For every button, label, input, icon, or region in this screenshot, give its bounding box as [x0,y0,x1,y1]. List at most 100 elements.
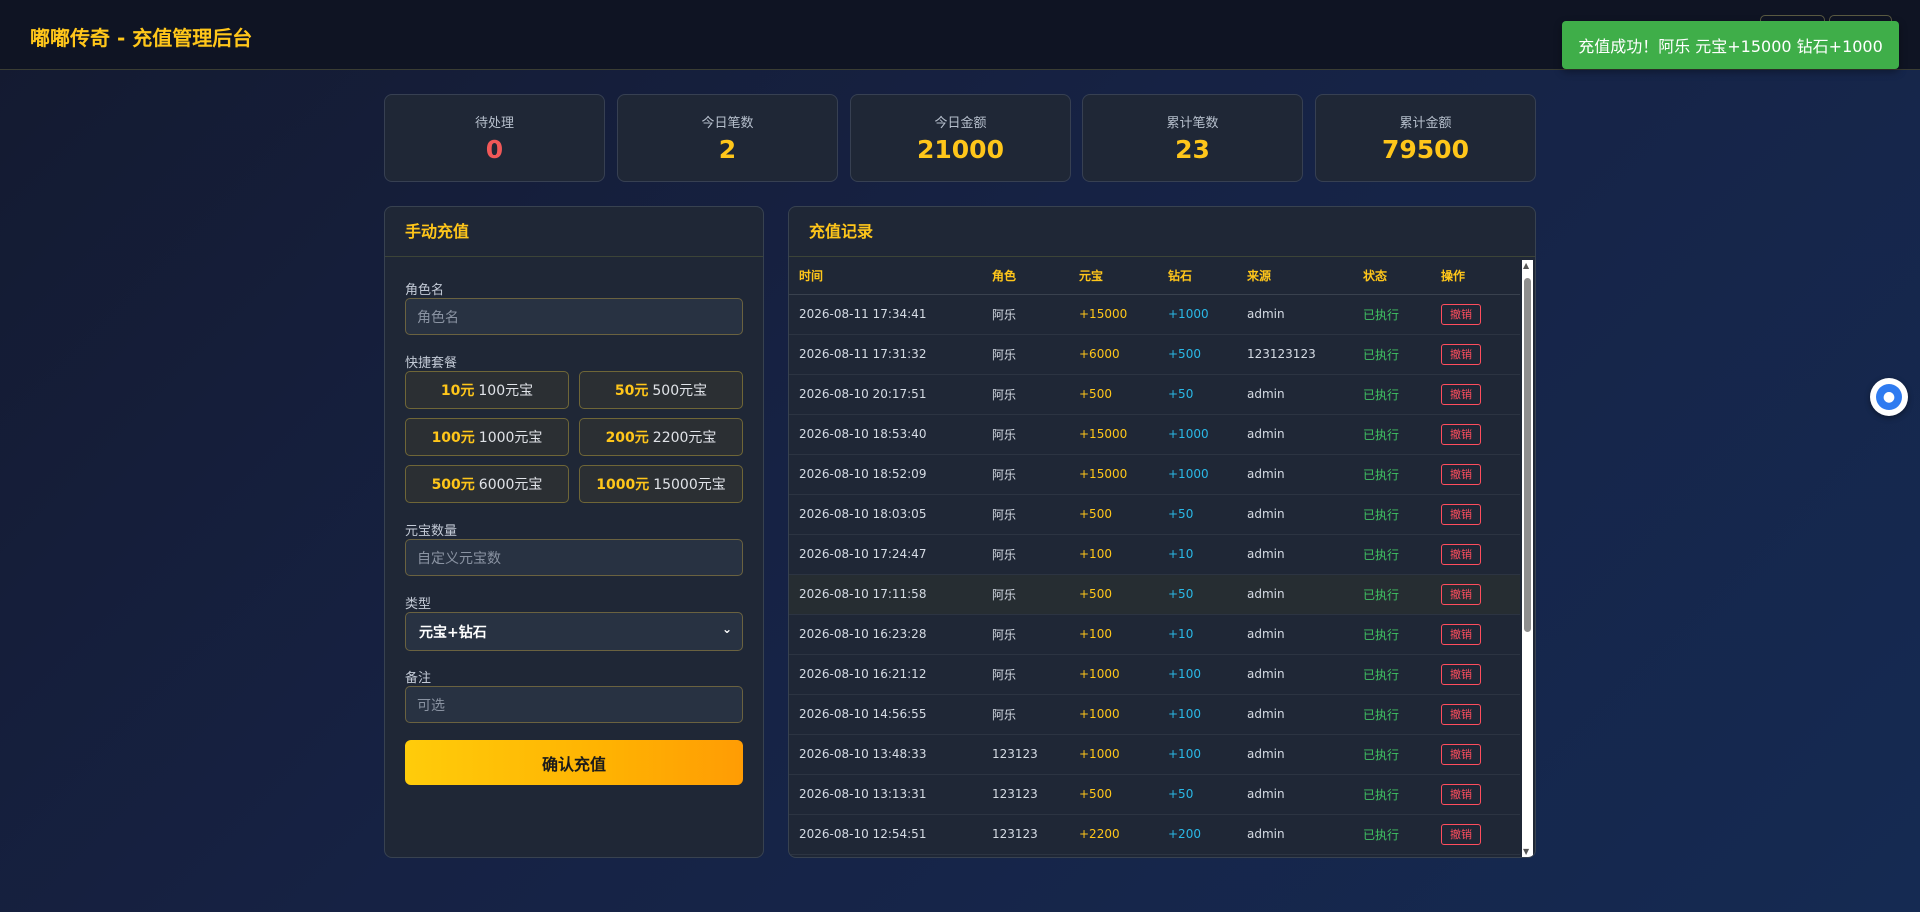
table-row: 2026-08-10 16:23:28 阿乐 +100 +10 admin 已执… [789,614,1520,655]
cell-status: 已执行 [1353,614,1431,655]
scroll-up-arrow[interactable]: ▲ [1523,261,1529,270]
records-scrollbar[interactable]: ▲ ▼ [1522,260,1533,857]
undo-button[interactable]: 撤销 [1441,623,1481,645]
cell-role: 阿乐 [982,494,1069,535]
table-row: 2026-08-10 18:53:40 阿乐 +15000 +1000 admi… [789,414,1520,455]
column-header: 角色 [982,258,1069,295]
cell-time: 2026-08-10 14:56:55 [789,694,982,735]
yuanbao-input[interactable]: 自定义元宝数 [405,539,743,576]
undo-button[interactable]: 撤销 [1441,583,1481,605]
cell-action: 撤销 [1431,734,1520,775]
cell-time: 2026-08-10 20:17:51 [789,374,982,415]
undo-button[interactable]: 撤销 [1441,783,1481,805]
cell-action: 撤销 [1431,294,1520,335]
cell-status: 已执行 [1353,694,1431,735]
cell-action: 撤销 [1431,374,1520,415]
table-row: 2026-08-10 14:56:55 阿乐 +1000 +100 admin … [789,694,1520,735]
table-row: 2026-08-10 16:21:12 阿乐 +1000 +100 admin … [789,654,1520,695]
package-button[interactable]: 1000元 15000元宝 [579,465,743,503]
undo-button[interactable]: 撤销 [1441,343,1481,365]
package-button[interactable]: 10元 100元宝 [405,371,569,409]
cell-yuanbao: +1000 [1069,654,1158,695]
cell-yuanbao: +6000 [1069,334,1158,375]
undo-button[interactable]: 撤销 [1441,423,1481,445]
note-input[interactable]: 可选 [405,686,743,723]
role-input[interactable]: 角色名 [405,298,743,335]
cell-action: 撤销 [1431,414,1520,455]
cell-diamond: +50 [1158,774,1237,815]
package-button[interactable]: 500元 6000元宝 [405,465,569,503]
cell-time: 2026-08-10 13:48:33 [789,734,982,775]
app-title: 嘟嘟传奇 - 充值管理后台 [30,26,253,50]
stat-label: 累计金额 [1399,116,1452,131]
yuanbao-placeholder: 自定义元宝数 [417,550,501,567]
cell-source: 123123123 [1237,334,1353,375]
stat-today-count: 今日笔数 2 [617,94,838,182]
table-row: 2026-08-10 12:54:51 123123 +2200 +200 ad… [789,814,1520,855]
cell-action: 撤销 [1431,694,1520,735]
records-table: 时间 角色 元宝 钻石 来源 状态 操作 2026-08-11 17:34:41… [789,258,1520,855]
cell-diamond: +10 [1158,534,1237,575]
package-amount: 100元宝 [478,383,534,399]
cell-source: admin [1237,654,1353,695]
cell-action: 撤销 [1431,774,1520,815]
table-row: 2026-08-10 18:52:09 阿乐 +15000 +1000 admi… [789,454,1520,495]
table-row: 2026-08-10 17:24:47 阿乐 +100 +10 admin 已执… [789,534,1520,575]
cell-action: 撤销 [1431,534,1520,575]
undo-button[interactable]: 撤销 [1441,463,1481,485]
cell-role: 123123 [982,814,1069,855]
stat-today-amount: 今日金额 21000 [850,94,1071,182]
manual-recharge-panel: 手动充值 角色名 角色名 快捷套餐 10元 100元宝 50元 500元宝 10… [384,206,764,858]
undo-button[interactable]: 撤销 [1441,543,1481,565]
cell-role: 阿乐 [982,694,1069,735]
scroll-down-arrow[interactable]: ▼ [1523,847,1529,856]
note-label: 备注 [405,671,432,686]
cell-action: 撤销 [1431,494,1520,535]
cell-source: admin [1237,774,1353,815]
table-row: 2026-08-10 13:48:33 123123 +1000 +100 ad… [789,734,1520,775]
packages-label: 快捷套餐 [405,356,458,371]
cell-role: 阿乐 [982,334,1069,375]
assistant-float-button[interactable]: ● [1870,378,1908,416]
undo-button[interactable]: 撤销 [1441,503,1481,525]
scroll-thumb[interactable] [1524,278,1531,632]
package-button[interactable]: 100元 1000元宝 [405,418,569,456]
confirm-recharge-button[interactable]: 确认充值 [405,740,743,785]
package-button[interactable]: 200元 2200元宝 [579,418,743,456]
cell-diamond: +1000 [1158,454,1237,495]
type-select[interactable]: 元宝+钻石 ⌄ [405,612,743,651]
panel-title: 充值记录 [789,207,1535,257]
table-row: 2026-08-10 13:13:31 123123 +500 +50 admi… [789,774,1520,815]
cell-action: 撤销 [1431,454,1520,495]
cell-time: 2026-08-11 17:31:32 [789,334,982,375]
stat-total-amount: 累计金额 79500 [1315,94,1536,182]
cell-yuanbao: +500 [1069,574,1158,615]
cell-role: 阿乐 [982,654,1069,695]
package-price: 500元 [431,477,475,493]
undo-button[interactable]: 撤销 [1441,743,1481,765]
stat-label: 累计笔数 [1166,116,1219,131]
cell-yuanbao: +15000 [1069,454,1158,495]
records-panel: 充值记录 时间 角色 元宝 钻石 来源 状态 操作 2026-08-11 17:… [788,206,1536,858]
undo-button[interactable]: 撤销 [1441,663,1481,685]
cell-time: 2026-08-10 12:54:51 [789,814,982,855]
cell-yuanbao: +15000 [1069,414,1158,455]
undo-button[interactable]: 撤销 [1441,703,1481,725]
undo-button[interactable]: 撤销 [1441,823,1481,845]
undo-button[interactable]: 撤销 [1441,383,1481,405]
cell-role: 阿乐 [982,414,1069,455]
cell-yuanbao: +1000 [1069,734,1158,775]
cell-status: 已执行 [1353,334,1431,375]
cell-diamond: +500 [1158,334,1237,375]
type-select-value: 元宝+钻石 [419,624,487,641]
cell-source: admin [1237,374,1353,415]
package-button[interactable]: 50元 500元宝 [579,371,743,409]
cell-status: 已执行 [1353,774,1431,815]
undo-button[interactable]: 撤销 [1441,303,1481,325]
package-price: 10元 [440,383,475,399]
cell-diamond: +100 [1158,654,1237,695]
cell-source: admin [1237,734,1353,775]
cell-role: 123123 [982,774,1069,815]
column-header: 来源 [1237,258,1353,295]
cell-source: admin [1237,574,1353,615]
